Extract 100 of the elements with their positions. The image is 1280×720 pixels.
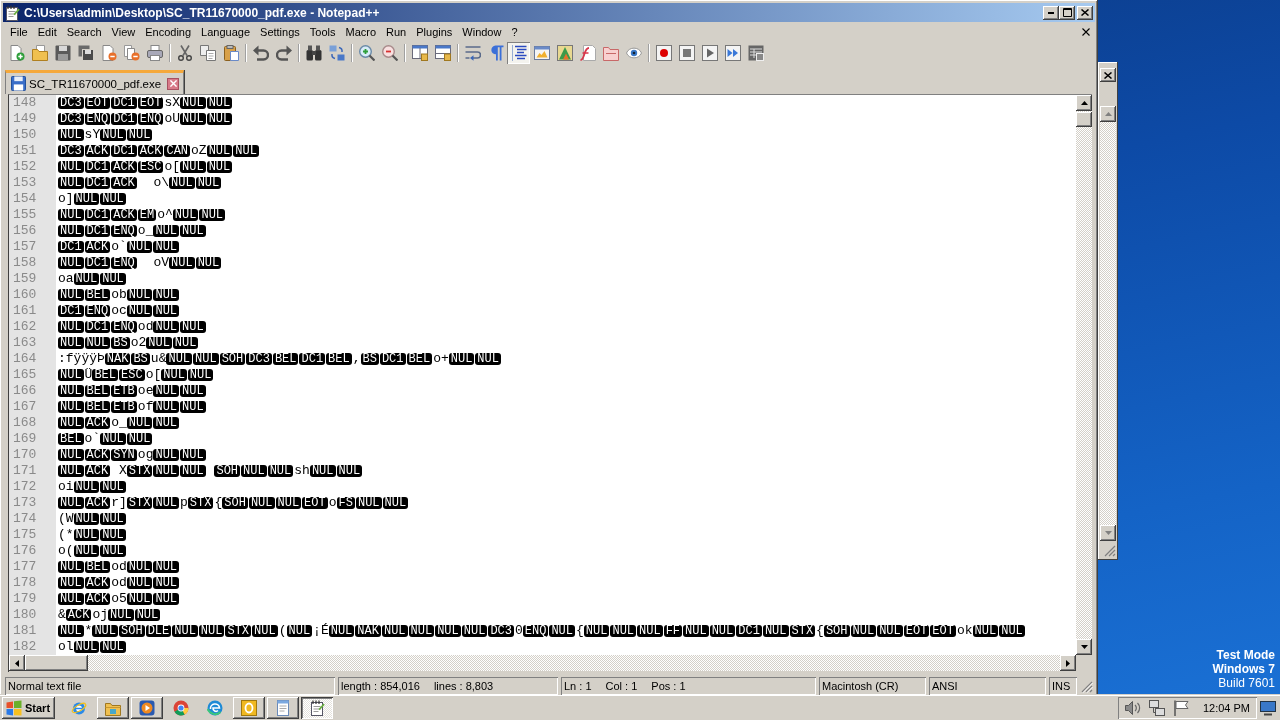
menu-item[interactable]: View <box>106 24 141 40</box>
scroll-left-button[interactable] <box>9 655 25 671</box>
line-number: 160 <box>12 287 38 303</box>
pages-minus-icon <box>123 45 140 61</box>
scroll-down-button[interactable] <box>1076 639 1092 655</box>
line-text: X <box>119 463 127 479</box>
control-code: NUL <box>193 353 219 365</box>
control-code: NUL <box>195 257 222 269</box>
menu-item[interactable]: Settings <box>255 24 305 40</box>
control-code: NUL <box>610 625 637 637</box>
control-code: BEL <box>58 433 84 445</box>
control-code: ETB <box>111 401 137 413</box>
scroll-right-button[interactable] <box>1060 655 1076 671</box>
indent-guide-button[interactable] <box>507 42 530 64</box>
control-code: DC1 <box>84 321 111 333</box>
menu-item[interactable]: Language <box>196 24 256 40</box>
control-code: NUL <box>134 609 161 621</box>
menu-item[interactable]: Macro <box>340 24 382 40</box>
control-code: NUL <box>58 417 84 429</box>
network-icon[interactable] <box>1148 700 1165 716</box>
line-number: 151 <box>12 143 38 159</box>
control-code: NUL <box>877 625 903 637</box>
text-editor[interactable] <box>9 95 1076 655</box>
menu-item[interactable]: File <box>5 24 33 40</box>
control-code: NUL <box>58 177 84 189</box>
menu-item[interactable]: Encoding <box>140 24 197 40</box>
line-text: o` <box>111 239 127 255</box>
line-text: o\ <box>153 175 170 191</box>
maximize-button[interactable] <box>1059 5 1075 20</box>
vertical-scrollbar[interactable] <box>1100 106 1116 541</box>
control-code: EM <box>137 209 157 221</box>
fast-forward-icon <box>724 45 741 61</box>
control-code: BEL <box>92 369 119 381</box>
monitor-icon[interactable] <box>1260 700 1276 716</box>
line-text: p <box>180 495 188 511</box>
control-code: NUL <box>58 465 84 477</box>
line-position: Ln : 1 <box>564 680 592 692</box>
line-number: 155 <box>12 207 38 223</box>
close-button[interactable] <box>1077 5 1093 20</box>
close-button[interactable] <box>1100 68 1116 82</box>
menu-item[interactable]: Tools <box>304 24 341 40</box>
resize-grip-icon[interactable] <box>1104 545 1116 557</box>
control-code: ESC <box>119 369 145 381</box>
minimize-button[interactable] <box>1043 5 1059 20</box>
control-code: DC3 <box>58 97 84 109</box>
scroll-thumb[interactable] <box>1076 112 1092 127</box>
file-tab[interactable]: SC_TR11670000_pdf.exe <box>5 70 185 94</box>
control-code: NUL <box>382 497 409 509</box>
control-code: ACK <box>84 145 111 157</box>
line-text: Ü <box>84 367 93 383</box>
control-code: NUL <box>73 529 100 541</box>
menu-item[interactable]: Search <box>61 24 107 40</box>
control-code: NUL <box>180 449 206 461</box>
close-icon[interactable] <box>167 77 180 90</box>
control-code: STX <box>789 625 816 637</box>
scroll-up-button[interactable] <box>1076 95 1092 111</box>
notepad-icon <box>309 700 325 716</box>
control-code: NUL <box>58 593 84 605</box>
control-code: DC1 <box>84 257 111 269</box>
control-code: NUL <box>58 561 84 573</box>
control-code: NUL <box>850 625 877 637</box>
line-number: 165 <box>12 367 38 383</box>
line-number: 179 <box>12 591 38 607</box>
start-button[interactable]: Start <box>2 697 55 719</box>
speaker-icon[interactable] <box>1124 700 1141 716</box>
clock[interactable]: 12:04 PM <box>1202 702 1250 714</box>
notepad-button[interactable] <box>267 697 299 719</box>
flag-icon[interactable] <box>1172 700 1189 716</box>
line-text: o2 <box>130 335 147 351</box>
horizontal-scrollbar[interactable] <box>9 655 1076 671</box>
control-code: ENQ <box>111 257 137 269</box>
file-type-label: Normal text file <box>5 677 335 695</box>
media-player-button[interactable] <box>131 697 163 719</box>
line-text: ob <box>111 287 127 303</box>
scroll-down-button[interactable] <box>1100 525 1116 541</box>
resize-grip-icon[interactable] <box>1081 681 1093 693</box>
line-text: r] <box>111 495 127 511</box>
control-code: ESC <box>137 161 164 173</box>
menu-item[interactable]: Window <box>457 24 507 40</box>
scroll-up-button[interactable] <box>1100 106 1116 122</box>
control-code: SYN <box>111 449 137 461</box>
notepad-plus-button[interactable] <box>301 697 333 719</box>
control-code: DC1 <box>299 353 326 365</box>
folder-icon <box>31 45 48 61</box>
control-code: NUL <box>683 625 709 637</box>
menu-item[interactable]: Plugins <box>411 24 458 40</box>
tile-app-button[interactable] <box>233 697 265 719</box>
line-text: oe <box>137 383 154 399</box>
control-code: BEL <box>406 353 433 365</box>
file-explorer-button[interactable] <box>97 697 129 719</box>
scroll-thumb[interactable] <box>25 655 88 671</box>
close-document-button[interactable] <box>1080 26 1092 38</box>
line-text: ¡É <box>313 623 329 639</box>
menu-item[interactable]: ? <box>506 24 523 40</box>
control-code: NUL <box>58 577 84 589</box>
line-text: (W <box>58 511 74 527</box>
vertical-scrollbar[interactable] <box>1076 95 1092 655</box>
control-code: DC1 <box>111 145 137 157</box>
menu-item[interactable]: Edit <box>32 24 62 40</box>
menu-item[interactable]: Run <box>381 24 412 40</box>
